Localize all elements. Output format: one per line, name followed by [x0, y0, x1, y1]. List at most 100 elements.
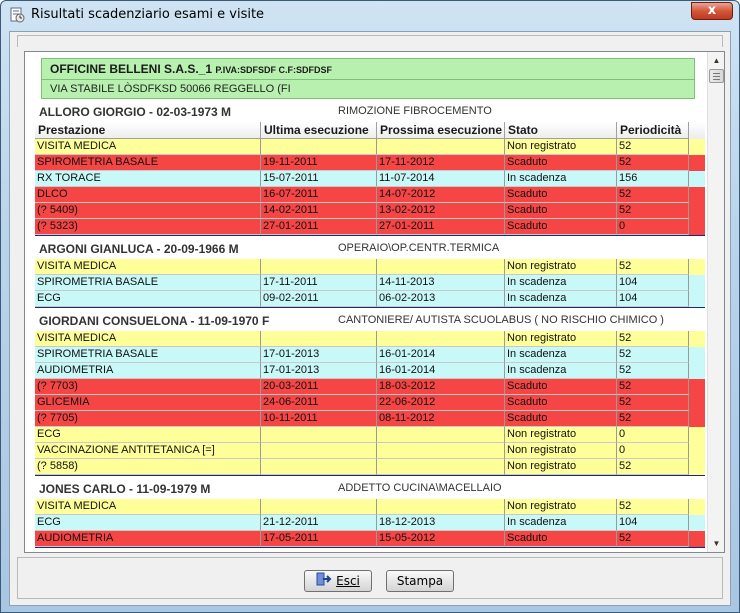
table-cell: 52 [617, 395, 689, 411]
table-cell: 52 [617, 379, 689, 395]
table-cell: 52 [617, 187, 689, 203]
table-cell: (? 7705) [35, 411, 261, 427]
table-cell: 15-05-2012 [377, 531, 505, 547]
table-cell: 14-07-2012 [377, 187, 505, 203]
table-cell: (? 5858) [35, 459, 261, 475]
table-cell: 52 [617, 259, 689, 275]
table-row[interactable]: SPIROMETRIA BASALE 17-11-2011 14-11-2013 In… [35, 275, 705, 291]
employee-name: ALLORO GIORGIO - 02-03-1973 M [39, 105, 232, 119]
table-row[interactable]: VISITA MEDICA Non registrato 52 [35, 499, 705, 515]
table-row[interactable]: GLICEMIA 24-06-2011 22-06-2012 Scaduto 52 [35, 395, 705, 411]
column-header[interactable]: Periodicità [617, 122, 689, 139]
table-cell: 16-07-2011 [261, 187, 377, 203]
table-cell: Non registrato [505, 459, 617, 475]
column-header[interactable]: Prossima esecuzione [377, 122, 505, 139]
table-row[interactable]: SPIROMETRIA BASALE 17-01-2013 16-01-2014 In… [35, 347, 705, 363]
table-row[interactable]: SPIROMETRIA BASALE 19-11-2011 17-11-2012 Sc… [35, 155, 705, 171]
table-cell [261, 427, 377, 443]
table-cell: 13-02-2012 [377, 203, 505, 219]
table-cell: 22-06-2012 [377, 395, 505, 411]
table-cell [377, 139, 505, 155]
table-cell: Scaduto [505, 379, 617, 395]
employee-section: JONES CARLO - 11-09-1979 M ADDETTO CUCINA… [35, 479, 705, 548]
table-cell: 08-11-2012 [377, 411, 505, 427]
table-cell: 24-06-2011 [261, 395, 377, 411]
table-cell: 104 [617, 275, 689, 291]
table-cell: 18-12-2013 [377, 515, 505, 531]
table-cell: In scadenza [505, 291, 617, 307]
column-header[interactable]: Ultima esecuzione [261, 122, 377, 139]
table-row[interactable]: ECG Non registrato 0 [35, 427, 705, 443]
vertical-scrollbar[interactable]: ▲ ▼ [707, 52, 724, 552]
table-cell: (? 5323) [35, 219, 261, 235]
table-cell [377, 459, 505, 475]
table-cell: 14-02-2011 [261, 203, 377, 219]
table-row[interactable]: (? 7703) 20-03-2011 18-03-2012 Scaduto 52 [35, 379, 705, 395]
table-row[interactable]: (? 5858) Non registrato 52 [35, 459, 705, 475]
table-row[interactable]: RX TORACE 15-07-2011 11-07-2014 In scadenza… [35, 171, 705, 187]
title-bar[interactable]: Risultati scadenziario esami e visite x [1, 1, 739, 29]
results-list-content: OFFICINE BELLENI S.A.S._1 P.IVA:SDFSDF C… [35, 58, 705, 548]
table-cell: (? 5409) [35, 203, 261, 219]
table-row[interactable]: VISITA MEDICA Non registrato 52 [35, 139, 705, 155]
table-cell: Non registrato [505, 443, 617, 459]
table-row[interactable]: (? 5409) 14-02-2011 13-02-2012 Scaduto 52 [35, 203, 705, 219]
print-button[interactable]: Stampa [386, 570, 454, 592]
table-cell: ECG [35, 427, 261, 443]
scrollbar-thumb[interactable] [709, 69, 724, 83]
table-cell: 52 [617, 499, 689, 515]
table-cell: SPIROMETRIA BASALE [35, 275, 261, 291]
employee-job: OPERAIO\OP.CENTR.TERMICA [338, 242, 500, 254]
table-row[interactable]: VISITA MEDICA Non registrato 52 [35, 259, 705, 275]
table-row[interactable]: (? 5323) 27-01-2011 27-01-2011 Scaduto 0 [35, 219, 705, 235]
table-cell: 52 [617, 331, 689, 347]
table-cell: Non registrato [505, 331, 617, 347]
table-cell: 16-01-2014 [377, 347, 505, 363]
table-cell: 17-11-2012 [377, 155, 505, 171]
table-cell: 20-03-2011 [261, 379, 377, 395]
table-row[interactable]: AUDIOMETRIA 17-01-2013 16-01-2014 In scaden… [35, 363, 705, 379]
table-cell [261, 459, 377, 475]
close-button[interactable]: x [691, 2, 733, 20]
table-cell: 14-11-2013 [377, 275, 505, 291]
table-cell: 52 [617, 155, 689, 171]
scroll-up-icon[interactable]: ▲ [709, 53, 724, 68]
table-cell: 52 [617, 411, 689, 427]
exit-button[interactable]: Esci [304, 570, 372, 592]
table-cell: 17-01-2013 [261, 347, 377, 363]
company-address: VIA STABILE LÒSDFKSD 50066 REGGELLO (FI [42, 79, 694, 98]
table-row[interactable]: ECG 21-12-2011 18-12-2013 In scadenza 104 [35, 515, 705, 531]
table-cell: Non registrato [505, 427, 617, 443]
column-header[interactable]: Stato [505, 122, 617, 139]
employee-section: ARGONI GIANLUCA - 20-09-1966 M OPERAIO\OP… [35, 239, 705, 308]
scroll-down-icon[interactable]: ▼ [709, 536, 724, 551]
button-panel: Esci Stampa [17, 557, 723, 599]
table-cell [377, 259, 505, 275]
table-cell: 15-07-2011 [261, 171, 377, 187]
table-cell: 52 [617, 347, 689, 363]
table-cell: 18-03-2012 [377, 379, 505, 395]
results-list[interactable]: OFFICINE BELLENI S.A.S._1 P.IVA:SDFSDF C… [24, 51, 725, 553]
app-icon [9, 7, 25, 23]
table-row[interactable]: ECG 09-02-2011 06-02-2013 In scadenza 104 [35, 291, 705, 307]
column-header[interactable]: Prestazione [35, 122, 261, 139]
table-row[interactable]: DLCO 16-07-2011 14-07-2012 Scaduto 52 [35, 187, 705, 203]
employee-job: RIMOZIONE FIBROCEMENTO [338, 105, 492, 117]
table-cell: VISITA MEDICA [35, 331, 261, 347]
employee-job: CANTONIERE/ AUTISTA SCUOLABUS ( NO RISCH… [338, 314, 664, 326]
table-cell: (? 7703) [35, 379, 261, 395]
table-cell: Scaduto [505, 155, 617, 171]
table-cell [377, 499, 505, 515]
table-row[interactable]: (? 7705) 10-11-2011 08-11-2012 Scaduto 52 [35, 411, 705, 427]
table-cell [261, 331, 377, 347]
table-cell: VISITA MEDICA [35, 499, 261, 515]
table-row[interactable]: VACCINAZIONE ANTITETANICA [=] Non registr… [35, 443, 705, 459]
employee-section: ALLORO GIORGIO - 02-03-1973 M RIMOZIONE F… [35, 102, 705, 236]
grip-line [713, 73, 720, 74]
employee-name: GIORDANI CONSUELONA - 11-09-1970 F [39, 314, 270, 328]
table-row[interactable]: VISITA MEDICA Non registrato 52 [35, 331, 705, 347]
grip-line [713, 79, 720, 80]
company-header: OFFICINE BELLENI S.A.S._1 P.IVA:SDFSDF C… [41, 58, 695, 99]
table-row[interactable]: AUDIOMETRIA 17-05-2011 15-05-2012 Scaduto 52 [35, 531, 705, 547]
table-cell: Scaduto [505, 187, 617, 203]
